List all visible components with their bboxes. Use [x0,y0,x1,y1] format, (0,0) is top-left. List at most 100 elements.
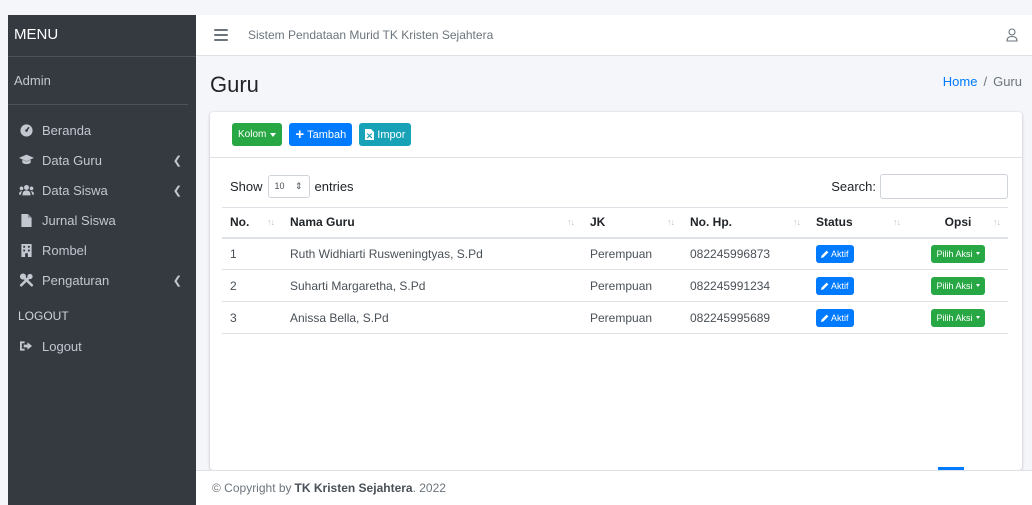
sidebar-item-data-siswa[interactable]: Data Siswa ❮ [8,175,196,205]
cell-opsi: Pilih Aksi [908,237,1008,270]
table-header-row: No. ↑↓ Nama Guru ↑↓ JK ↑↓ No. Hp. ↑↓ Status ↑… [222,207,1008,239]
column-header-opsi[interactable]: Opsi ↑↓ [908,207,1008,239]
column-header-status[interactable]: Status ↑↓ [808,207,908,239]
cell-status: Aktif [808,301,908,334]
impor-button[interactable]: Impor [359,123,412,146]
cell-nama: Ruth Widhiarti Rusweningtyas, S.Pd [282,237,582,270]
entries-label: entries [314,178,354,194]
guru-card: Kolom + Tambah Impor Show 10 ⇕ entries S… [210,112,1022,470]
pencil-icon [821,250,829,258]
app-title: Sistem Pendataan Murid TK Kristen Sejaht… [248,28,494,42]
pilih-aksi-label: Pilih Aksi [936,280,973,291]
pilih-aksi-button[interactable]: Pilih Aksi [931,308,985,327]
sidebar-item-label: Data Guru [42,152,102,168]
hamburger-menu-icon[interactable] [214,29,228,41]
sidebar-nav: Beranda Data Guru ❮ Data Siswa ❮ Jurnal … [8,105,196,361]
cell-hp: 082245991234 [682,269,808,302]
cell-status: Aktif [808,237,908,270]
cell-jk: Perempuan [582,237,682,270]
sidebar-item-label: Pengaturan [42,272,110,288]
sidebar-item-label: Jurnal Siswa [42,212,116,228]
plus-icon: + [295,126,305,143]
sort-icon: ↑↓ [667,217,675,227]
cell-opsi: Pilih Aksi [908,301,1008,334]
caret-down-icon [270,132,277,137]
top-navbar: Sistem Pendataan Murid TK Kristen Sejaht… [196,15,1032,56]
cell-nama: Anissa Bella, S.Pd [282,301,582,334]
column-header-jk[interactable]: JK ↑↓ [582,207,682,239]
page-title: Guru [210,72,259,97]
entries-length-control: Show 10 ⇕ entries [230,174,354,198]
sidebar-item-pengaturan[interactable]: Pengaturan ❮ [8,265,196,295]
footer-prefix: © Copyright by [212,481,292,495]
status-aktif-button[interactable]: Aktif [816,276,854,295]
cell-nama: Suharti Margaretha, S.Pd [282,269,582,302]
sort-updown-icon: ⇕ [294,180,303,191]
search-input[interactable] [880,173,1008,199]
sort-icon: ↑↓ [893,217,901,227]
footer: © Copyright by TK Kristen Sejahtera . 20… [196,470,1032,505]
breadcrumb-home-link[interactable]: Home [943,74,978,89]
show-label: Show [230,178,263,194]
dashboard-icon [18,123,34,137]
status-label: Aktif [831,248,849,259]
chevron-left-icon: ❮ [172,154,182,167]
sidebar-section-logout: LOGOUT [18,309,69,323]
status-label: Aktif [831,280,849,291]
sidebar: MENU Admin Beranda Data Guru ❮ Data Sisw… [8,15,196,505]
pilih-aksi-button[interactable]: Pilih Aksi [931,276,985,295]
status-aktif-button[interactable]: Aktif [816,244,854,263]
sort-icon: ↑↓ [567,217,575,227]
search-control: Search: [831,173,1008,199]
column-header-no-hp[interactable]: No. Hp. ↑↓ [682,207,808,239]
entries-select[interactable]: 10 ⇕ [267,174,310,198]
impor-label: Impor [377,128,406,141]
cell-jk: Perempuan [582,269,682,302]
cell-status: Aktif [808,269,908,302]
table-row: 1 Ruth Widhiarti Rusweningtyas, S.Pd Per… [222,237,1008,270]
column-header-no[interactable]: No. ↑↓ [222,207,282,239]
sidebar-item-logout[interactable]: Logout [8,331,196,361]
kolom-dropdown-button[interactable]: Kolom [232,123,283,146]
column-header-nama-guru[interactable]: Nama Guru ↑↓ [282,207,582,239]
pilih-aksi-button[interactable]: Pilih Aksi [931,244,985,263]
cell-opsi: Pilih Aksi [908,269,1008,302]
sidebar-item-label: Logout [42,338,82,354]
pencil-icon [821,314,829,322]
sidebar-item-label: Data Siswa [42,182,108,198]
status-aktif-button[interactable]: Aktif [816,308,854,327]
sidebar-user-name[interactable]: Admin [8,57,188,105]
table-row: 3 Anissa Bella, S.Pd Perempuan 082245995… [222,301,1008,334]
sort-icon: ↑↓ [993,217,1001,227]
caret-down-icon [975,284,980,287]
sidebar-item-beranda[interactable]: Beranda [8,115,196,145]
breadcrumb-current: Guru [993,74,1022,89]
sidebar-brand: MENU [8,15,196,57]
cell-jk: Perempuan [582,301,682,334]
sidebar-item-data-guru[interactable]: Data Guru ❮ [8,145,196,175]
user-icon[interactable] [1006,28,1018,42]
pilih-aksi-label: Pilih Aksi [936,248,973,259]
search-label: Search: [831,178,876,194]
chevron-left-icon: ❮ [172,274,182,287]
sidebar-item-jurnal-siswa[interactable]: Jurnal Siswa [8,205,196,235]
chevron-left-icon: ❮ [172,184,182,197]
sidebar-item-rombel[interactable]: Rombel [8,235,196,265]
users-icon [18,184,34,196]
card-toolbar: Kolom + Tambah Impor [210,112,1022,158]
footer-suffix: . 2022 [412,481,446,495]
tambah-button[interactable]: + Tambah [289,123,353,146]
table-row: 2 Suharti Margaretha, S.Pd Perempuan 082… [222,269,1008,302]
cell-hp: 082245995689 [682,301,808,334]
breadcrumb: Home / Guru [943,74,1022,89]
tools-icon [18,273,34,287]
tambah-label: Tambah [307,128,347,141]
guru-table: No. ↑↓ Nama Guru ↑↓ JK ↑↓ No. Hp. ↑↓ Status ↑… [222,207,1008,334]
breadcrumb-separator: / [983,74,988,89]
sort-icon: ↑↓ [267,217,275,227]
file-excel-icon [365,129,375,140]
caret-down-icon [975,252,980,256]
graduation-cap-icon [18,154,34,166]
sort-icon: ↑↓ [793,217,801,227]
caret-down-icon [975,316,980,319]
